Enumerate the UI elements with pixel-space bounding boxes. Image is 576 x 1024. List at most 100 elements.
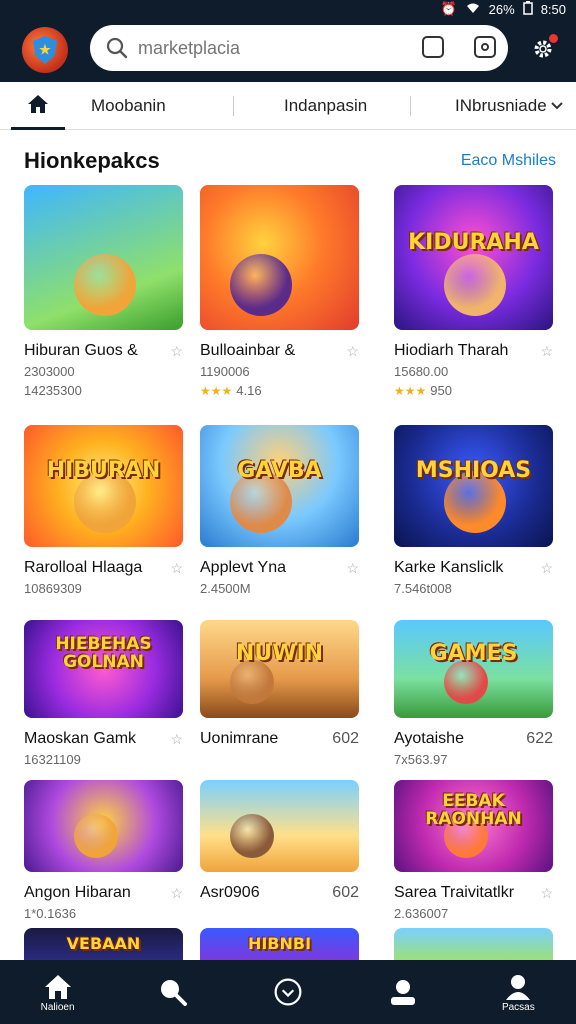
game-card[interactable]: NUWIN Uonimrane 602 [200,620,359,748]
thumbnail-title-art: KIDURAHA [408,229,539,255]
clipboard-icon[interactable] [422,36,444,58]
favorite-star-icon[interactable]: ☆ [540,343,553,360]
status-bar: ⏰ 26% 8:50 [0,0,576,18]
download-icon [274,978,302,1006]
chevron-down-icon [550,101,563,109]
game-meta: 1*0.1636 [24,906,77,921]
game-card[interactable]: Hiburan Guos & ☆ 2303000 14235300 [24,185,183,398]
game-thumbnail[interactable]: HIBURAN [24,425,183,547]
favorite-star-icon[interactable]: ☆ [540,885,553,902]
favorite-star-icon[interactable]: ☆ [170,560,183,577]
game-card[interactable]: KIDURAHA Hiodiarh Tharah ☆ 15680.00 ★★★ 950 [394,185,553,398]
game-title: Asr0906 [200,884,260,901]
game-thumbnail[interactable] [24,780,183,872]
game-title-row: Hiburan Guos & ☆ [24,342,183,360]
notification-badge [549,34,558,43]
game-card[interactable]: Asr0906 602 [200,780,359,902]
nav-label: Nalioen [40,1001,75,1013]
nav-search[interactable] [138,977,208,1007]
home-icon [44,974,71,999]
favorite-star-icon[interactable]: ☆ [346,343,359,360]
tab-divider [410,95,411,116]
game-title-row: Maoskan Gamk ☆ [24,730,183,748]
favorite-star-icon[interactable]: ☆ [170,731,183,748]
thumbnail-title-art: HIBURAN [46,458,161,484]
nav-account[interactable]: Pacsas [483,972,553,1013]
mascot-illustration [444,660,488,704]
game-meta: 16321109 [24,752,81,767]
game-thumbnail-peek[interactable] [394,928,553,960]
game-card[interactable]: Bulloainbar & ☆ 1190006 ★★★ 4.16 [200,185,359,398]
camera-icon[interactable] [474,36,496,58]
tab-label: Indanpasin [284,95,368,115]
see-more-link[interactable]: Eaco Mshiles [461,152,556,170]
battery-level: 26% [488,1,515,17]
game-card[interactable]: Angon Hibaran ☆ 1*0.1636 [24,780,183,921]
app-logo[interactable]: ★ [22,27,68,73]
search-input[interactable] [138,37,398,59]
game-title-row: Asr0906 602 [200,884,359,902]
game-card[interactable]: EEBAK RAONHAN Sarea Traivitatlkr ☆ 2.636007 [394,780,553,921]
favorite-star-icon[interactable]: ☆ [346,560,359,577]
game-thumbnail[interactable]: GAMES [394,620,553,718]
alarm-icon: ⏰ [440,1,457,16]
mascot-illustration [230,660,274,704]
section-header: Hionkepakcs Eaco Mshiles [24,148,556,174]
tab-moobanin[interactable]: Moobanin [91,82,233,130]
search-bar[interactable] [90,25,508,71]
game-thumbnail[interactable] [200,185,359,330]
game-card[interactable]: GAVBA Applevt Yna ☆ 2.4500M [200,425,359,596]
game-thumbnail-peek[interactable]: HIBNBI [200,928,359,960]
mascot-illustration [230,814,274,858]
game-title-row: Ayotaishe 622 [394,730,553,748]
section-title: Hionkepakcs [24,148,160,173]
game-side-value: 622 [526,730,553,747]
game-title: Karke Kansliclk [394,559,504,576]
game-thumbnail[interactable]: NUWIN [200,620,359,718]
rating-value: 950 [430,383,452,398]
thumbnail-title-art: HIBNBI [247,933,312,953]
game-card[interactable]: MSHIOAS Karke Kansliclk ☆ 7.546t008 [394,425,553,596]
game-thumbnail-peek[interactable]: VEBAAN [24,928,183,960]
favorite-star-icon[interactable]: ☆ [540,560,553,577]
game-title-row: Bulloainbar & ☆ [200,342,359,360]
game-title: Applevt Yna [200,559,286,576]
game-title-row: Angon Hibaran ☆ [24,884,183,902]
thumbnail-title-art: MSHIOAS [415,458,532,484]
game-card[interactable]: HIBURAN Rarolloal Hlaaga ☆ 10869309 [24,425,183,596]
tab-indanpasin[interactable]: Indanpasin [284,82,410,130]
game-title: Angon Hibaran [24,884,131,901]
rating-stars-icon: ★★★ [394,384,427,398]
game-thumbnail[interactable]: HIEBEHAS GOLNAN [24,620,183,718]
nav-home[interactable]: Nalioen [23,972,93,1013]
app-bar: ★ [0,18,576,82]
game-card[interactable]: GAMES Ayotaishe 622 7x563.97 [394,620,553,767]
game-card[interactable]: HIEBEHAS GOLNAN Maoskan Gamk ☆ 16321109 [24,620,183,767]
thumbnail-title-art: NUWIN [235,641,324,667]
game-title: Uonimrane [200,730,279,747]
game-meta: 7.546t008 [394,581,452,596]
tab-home[interactable] [11,82,65,130]
wifi-icon [465,2,481,17]
game-thumbnail[interactable]: MSHIOAS [394,425,553,547]
game-thumbnail[interactable] [24,185,183,330]
game-thumbnail[interactable]: GAVBA [200,425,359,547]
nav-download[interactable] [253,977,323,1007]
tab-label: Moobanin [91,95,166,115]
game-thumbnail[interactable]: KIDURAHA [394,185,553,330]
tab-inbrusniade[interactable]: INbrusniade [455,82,564,130]
game-thumbnail[interactable] [200,780,359,872]
game-title: Rarolloal Hlaaga [24,559,143,576]
thumbnail-title-art: GAMES [429,641,518,667]
nav-profile[interactable] [368,977,438,1007]
rating-row: ★★★ 950 [394,383,553,398]
game-meta: 1190006 [200,364,250,379]
settings-button[interactable] [532,34,558,60]
favorite-star-icon[interactable]: ☆ [170,885,183,902]
game-title-row: Applevt Yna ☆ [200,559,359,577]
game-meta: 14235300 [24,383,82,398]
game-title-row: Uonimrane 602 [200,730,359,748]
game-thumbnail[interactable]: EEBAK RAONHAN [394,780,553,872]
favorite-star-icon[interactable]: ☆ [170,343,183,360]
game-title: Bulloainbar & [200,342,296,359]
